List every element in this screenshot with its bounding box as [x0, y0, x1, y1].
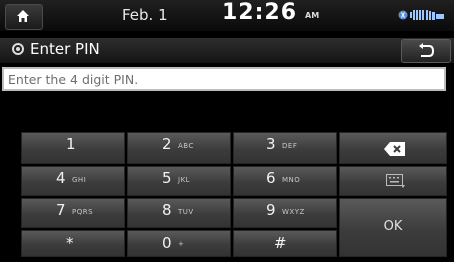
back-button[interactable] — [401, 39, 451, 63]
keypad: 1 2 ABC 3 DEF 4 GHI 5 JKL 6 MNO 7 PQRS 8… — [21, 132, 447, 257]
key-2[interactable]: 2 ABC — [127, 132, 231, 164]
key-digit: 0 — [162, 234, 172, 252]
key-letters: WXYZ — [282, 208, 305, 216]
key-letters: TUV — [178, 208, 194, 216]
ok-button[interactable]: OK — [339, 198, 447, 257]
page-title: Enter PIN — [30, 40, 100, 58]
key-4[interactable]: 4 GHI — [21, 166, 125, 196]
title-bar: Enter PIN — [0, 38, 454, 63]
key-digit: 9 — [266, 201, 276, 219]
key-letters: JKL — [178, 176, 191, 184]
key-star[interactable]: * — [21, 230, 125, 257]
key-3[interactable]: 3 DEF — [233, 132, 337, 164]
home-button[interactable] — [5, 4, 43, 30]
key-1[interactable]: 1 — [21, 132, 125, 164]
backspace-key[interactable] — [339, 132, 447, 164]
key-digit: 8 — [162, 201, 172, 219]
key-letters: ABC — [178, 142, 194, 150]
key-5[interactable]: 5 JKL — [127, 166, 231, 196]
screen: Feb. 1 12:26 AM Enter PIN Enter the 4 di… — [0, 0, 454, 262]
key-letters: MNO — [282, 176, 301, 184]
status-bar: Feb. 1 12:26 AM — [0, 0, 454, 31]
time-text: 12:26 — [222, 0, 298, 25]
key-digit: 5 — [162, 169, 172, 187]
key-digit: 4 — [56, 169, 66, 187]
back-arrow-icon — [419, 43, 435, 57]
keyboard-icon — [386, 174, 405, 188]
home-icon — [17, 10, 29, 22]
key-digit: 1 — [66, 135, 76, 153]
key-digit: 3 — [266, 135, 276, 153]
key-letters: GHI — [72, 176, 87, 184]
status-icons — [398, 10, 444, 20]
key-7[interactable]: 7 PQRS — [21, 198, 125, 228]
key-0[interactable]: 0 + — [127, 230, 231, 257]
ok-label: OK — [383, 219, 403, 234]
key-letters: PQRS — [72, 208, 94, 216]
date-text: Feb. 1 — [122, 6, 168, 24]
key-digit: 2 — [162, 135, 172, 153]
key-digit: 7 — [56, 201, 66, 219]
key-hash[interactable]: # — [233, 230, 337, 257]
key-letters: DEF — [282, 142, 298, 150]
key-digit: * — [66, 234, 74, 252]
radio-icon — [12, 43, 24, 55]
key-digit: 6 — [266, 169, 276, 187]
key-digit: # — [274, 234, 287, 252]
key-letters: + — [178, 240, 185, 248]
ampm-text: AM — [305, 11, 320, 20]
keyboard-toggle-key[interactable] — [339, 166, 447, 196]
key-8[interactable]: 8 TUV — [127, 198, 231, 228]
key-9[interactable]: 9 WXYZ — [233, 198, 337, 228]
key-6[interactable]: 6 MNO — [233, 166, 337, 196]
pin-input[interactable] — [2, 67, 446, 91]
backspace-icon — [384, 142, 405, 156]
